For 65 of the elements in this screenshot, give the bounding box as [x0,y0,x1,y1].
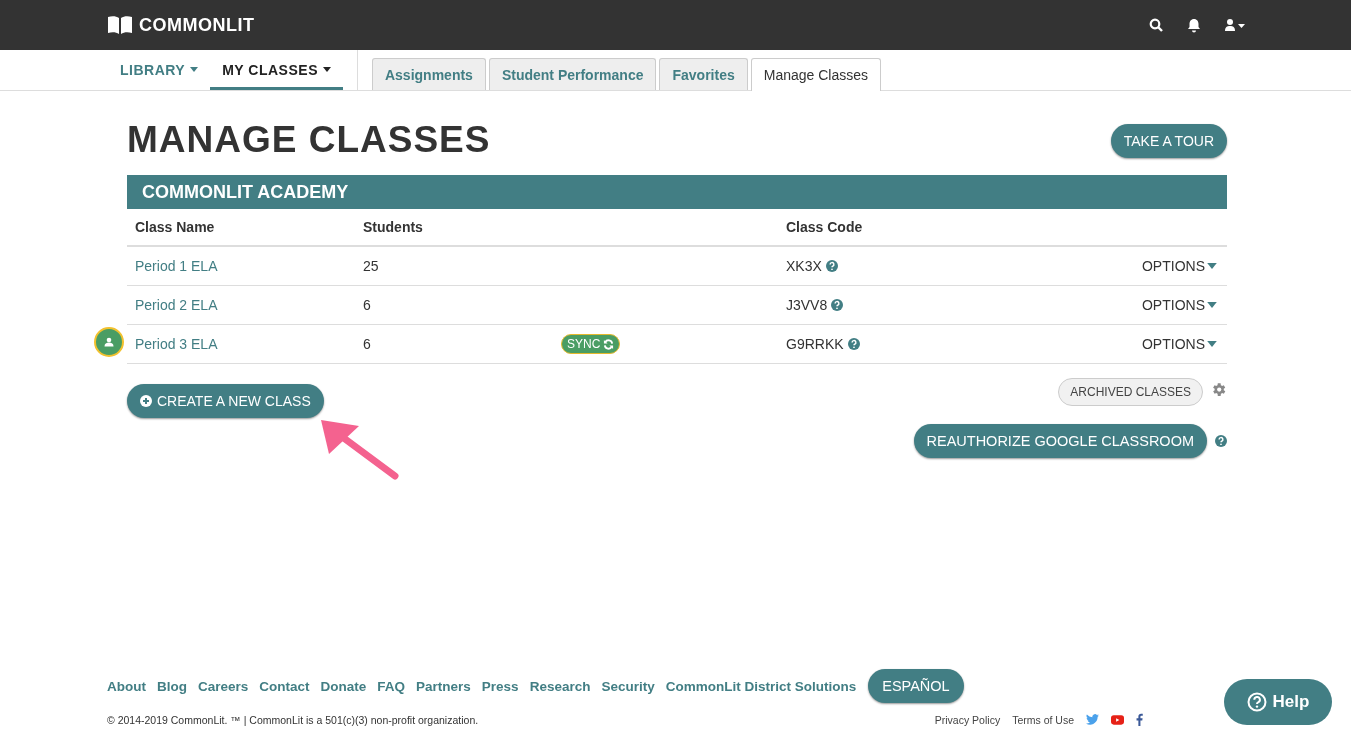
logo-text[interactable]: COMMONLIT [139,14,255,36]
class-code: XK3X [786,258,822,274]
plus-circle-icon [140,395,152,407]
help-icon [847,338,860,350]
settings-icon [1210,380,1227,398]
legal-link[interactable]: Privacy Policy [934,713,1001,726]
help-icon [831,299,844,311]
class-code: G9RRKK [786,336,844,352]
options-dropdown[interactable]: OPTIONS [1142,336,1217,352]
tab[interactable]: Manage Classes [750,58,881,91]
copyright-text: © 2014-2019 CommonLit. ™ | CommonLit is a 501(c)(3) non-profit organization. [107,713,479,726]
page-title: MANAGE CLASSES [127,119,491,161]
open-book-icon [107,15,133,35]
search-icon [1149,18,1163,32]
create-class-button[interactable]: CREATE A NEW CLASS [127,384,324,418]
footer-link[interactable]: Security [601,678,655,694]
footer-link[interactable]: Partners [416,678,471,694]
bird-icon [1086,714,1099,725]
options-dropdown[interactable]: OPTIONS [1142,258,1217,274]
class-code: J3VV8 [786,297,828,313]
caret-icon [1207,302,1217,308]
nav-menu[interactable]: LIBRARY [108,52,211,90]
column-header: Class Name [134,219,216,235]
nav-menu[interactable]: MY CLASSES [210,52,343,90]
footer-link[interactable]: Contact [259,678,310,694]
tab[interactable]: Student Performance [488,58,657,90]
tab[interactable]: Assignments [371,58,486,90]
caret-icon [1207,341,1217,347]
help-icon [825,260,838,272]
footer-link[interactable]: Research [529,678,591,694]
help-icon [1246,692,1267,712]
caret-icon [190,67,199,72]
legal-link[interactable]: Terms of Use [1012,713,1074,726]
table-cell-text: 6 [363,336,372,352]
user-menu-icon [1225,18,1245,32]
caret-icon [1207,263,1217,269]
reauthorize-button[interactable]: REAUTHORIZE GOOGLE CLASSROOM [913,424,1207,458]
footer-link[interactable]: FAQ [377,678,406,694]
video-play-icon [1111,714,1124,725]
bell-icon [1187,17,1201,33]
footer-link[interactable]: CommonLit District Solutions [665,678,857,694]
letter-f-icon [1136,713,1143,726]
footer-link[interactable]: Press [481,678,519,694]
language-button[interactable]: ESPAÑOL [868,669,964,703]
refresh-icon [603,338,615,350]
footer-link[interactable]: Careers [198,678,249,694]
tab[interactable]: Favorites [659,58,748,90]
column-header: Students [363,219,424,235]
options-dropdown[interactable]: OPTIONS [1142,297,1217,313]
tour-button[interactable]: TAKE A TOUR [1110,124,1227,158]
class-name-link[interactable]: Period 2 ELA [135,297,218,313]
table-cell-text: 6 [363,297,372,313]
table-cell-text: 25 [363,258,380,274]
class-name-link[interactable]: Period 3 ELA [135,336,218,352]
footer-link[interactable]: Donate [320,678,367,694]
sync-button[interactable]: SYNC [561,334,621,354]
footer-link[interactable]: Blog [157,678,187,694]
help-icon [1215,435,1227,447]
caret-icon [322,67,331,72]
footer-link[interactable]: About [107,678,146,694]
class-name-link[interactable]: Period 1 ELA [135,258,218,274]
school-header: COMMONLIT ACADEMY [127,175,1227,209]
help-button[interactable]: Help [1224,679,1332,725]
archived-classes-button[interactable]: ARCHIVED CLASSES [1058,378,1203,406]
column-header: Class Code [786,219,864,235]
